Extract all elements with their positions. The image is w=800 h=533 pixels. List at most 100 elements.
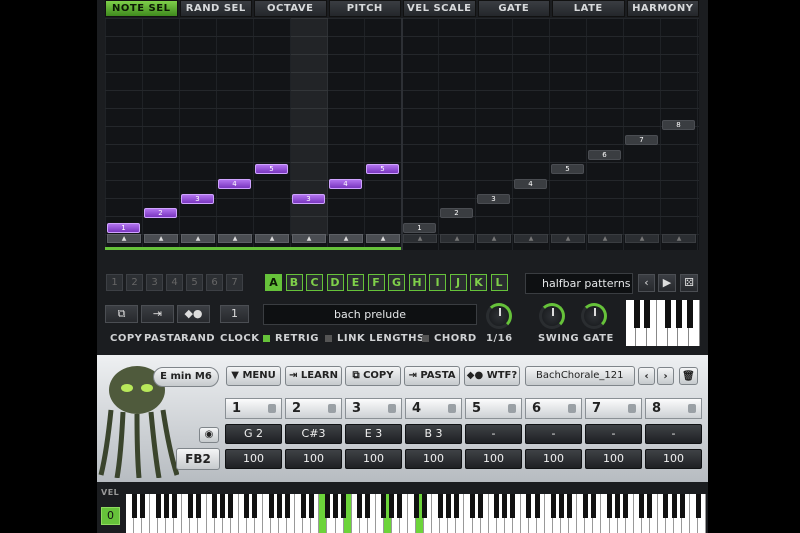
piano-black-key[interactable] [220,494,226,518]
step-trigger-button[interactable]: ▲ [403,234,437,243]
chord-note-field[interactable]: C#3 [285,424,342,444]
piano-black-key[interactable] [510,494,516,518]
step-note[interactable]: 4 [218,178,251,189]
chord-note-field[interactable]: - [465,424,522,444]
mini-keyboard[interactable] [626,300,700,346]
step-trigger-button[interactable]: ▲ [366,234,400,243]
vel-value[interactable]: 0 [101,507,120,525]
rand-button[interactable]: ◆● [177,305,210,323]
piano-black-key[interactable] [502,494,508,518]
step-trigger-button[interactable]: ▲ [107,234,141,243]
tab-harmony[interactable]: HARMONY [626,0,699,17]
pattern-slot-f[interactable]: F [367,274,385,291]
chord-checkbox[interactable] [422,335,429,342]
next-preset-button[interactable]: ▶ [658,274,676,292]
step-note[interactable]: 5 [551,164,584,175]
piano-black-key[interactable] [268,494,274,518]
piano-black-key[interactable] [413,494,419,518]
paste-button[interactable]: ⇥ [141,305,174,323]
tab-gate[interactable]: GATE [477,0,550,17]
chord-paste-button[interactable]: ⇥ PASTA [404,366,460,386]
sequence-number-button[interactable]: 3 [146,274,163,291]
chord-slot-header[interactable]: 7 [585,398,642,419]
sequence-number-button[interactable]: 4 [166,274,183,291]
tab-late[interactable]: LATE [552,0,625,17]
step-note[interactable]: 3 [477,193,510,204]
gate-knob[interactable] [581,303,607,329]
piano-black-key[interactable] [389,494,395,518]
pattern-slot-d[interactable]: D [326,274,344,291]
mini-black-key[interactable] [675,300,682,328]
tab-pitch[interactable]: PITCH [328,0,401,17]
piano-black-key[interactable] [195,494,201,518]
step-note[interactable]: 4 [514,178,547,189]
step-trigger-button[interactable]: ▲ [218,234,252,243]
step-note[interactable]: 7 [625,134,658,145]
piano-black-key[interactable] [163,494,169,518]
step-trigger-button[interactable]: ▲ [551,234,585,243]
chord-slot-header[interactable]: 8 [645,398,702,419]
pattern-slot-j[interactable]: J [449,274,467,291]
piano-black-key[interactable] [550,494,556,518]
sequence-number-button[interactable]: 6 [206,274,223,291]
piano-black-key[interactable] [324,494,330,518]
preset-name-display[interactable]: halfbar patterns [525,273,633,294]
step-trigger-button[interactable]: ▲ [588,234,622,243]
chord-note-field[interactable]: E 3 [345,424,402,444]
piano-black-key[interactable] [244,494,250,518]
rate-knob[interactable] [486,303,512,329]
step-trigger-button[interactable]: ▲ [144,234,178,243]
piano-black-key[interactable] [470,494,476,518]
eye-icon[interactable]: ◉ [199,427,219,443]
step-trigger-button[interactable]: ▲ [514,234,548,243]
piano-black-key[interactable] [437,494,443,518]
piano-black-key[interactable] [381,494,387,518]
step-note[interactable]: 5 [255,164,288,175]
chord-slot-header[interactable]: 6 [525,398,582,419]
piano-black-key[interactable] [695,494,701,518]
tab-rand-sel[interactable]: RAND SEL [179,0,252,17]
step-trigger-button[interactable]: ▲ [181,234,215,243]
chord-copy-button[interactable]: ⧉ COPY [345,366,401,386]
piano-black-key[interactable] [445,494,451,518]
chord-note-field[interactable]: B 3 [405,424,462,444]
swing-knob[interactable] [539,303,565,329]
lock-icon[interactable] [448,404,456,413]
trash-icon[interactable]: 🗑 [679,367,698,385]
piano-black-key[interactable] [139,494,145,518]
piano-black-key[interactable] [357,494,363,518]
lock-icon[interactable] [628,404,636,413]
link-lengths-checkbox[interactable] [325,335,332,342]
chord-slot-header[interactable]: 2 [285,398,342,419]
piano-black-key[interactable] [534,494,540,518]
wtf-button[interactable]: ◆● WTF? [464,366,520,386]
piano-black-key[interactable] [300,494,306,518]
lock-icon[interactable] [328,404,336,413]
mini-black-key[interactable] [644,300,651,328]
step-note[interactable]: 2 [440,208,473,219]
pattern-slot-c[interactable]: C [306,274,323,291]
chord-velocity-field[interactable]: 100 [345,449,402,469]
step-trigger-button[interactable]: ▲ [625,234,659,243]
pattern-slot-h[interactable]: H [408,274,426,291]
step-note[interactable]: 6 [588,149,621,160]
step-note[interactable]: 8 [662,120,695,131]
step-note[interactable]: 3 [181,193,214,204]
random-preset-icon[interactable]: ⚄ [680,274,698,292]
sequence-number-button[interactable]: 7 [226,274,243,291]
chord-key-display[interactable]: E min M6 [153,367,219,387]
step-trigger-button[interactable]: ▲ [477,234,511,243]
piano-black-key[interactable] [590,494,596,518]
chord-prev-button[interactable]: ‹ [638,367,655,385]
piano-black-key[interactable] [131,494,137,518]
pattern-slot-a[interactable]: A [265,274,282,291]
chord-velocity-field[interactable]: 100 [525,449,582,469]
step-note[interactable]: 1 [107,223,140,233]
sequence-number-button[interactable]: 1 [106,274,123,291]
chord-preset-display[interactable]: BachChorale_121 [525,366,635,386]
step-note[interactable]: 4 [329,178,362,189]
chord-note-field[interactable]: - [525,424,582,444]
lock-icon[interactable] [568,404,576,413]
piano-black-key[interactable] [276,494,282,518]
chord-velocity-field[interactable]: 100 [405,449,462,469]
